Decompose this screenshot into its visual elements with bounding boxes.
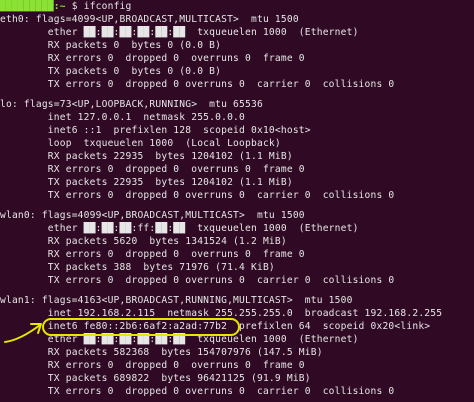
wlan0-tx-packets: TX packets 388 bytes 71976 (71.4 KiB): [0, 262, 275, 273]
wlan1-tx-errors: TX errors 0 dropped 0 overruns 0 carrier…: [0, 386, 395, 397]
inet6-highlight-ellipse: [42, 318, 240, 336]
eth0-ether: ether ██:██:██:██:██:██ txqueuelen 1000 …: [0, 27, 359, 38]
lo-loop: loop txqueuelen 1000 (Local Loopback): [0, 138, 281, 149]
prompt-user-host: █████████:~: [0, 1, 66, 12]
wlan0-header: wlan0: flags=4099<UP,BROADCAST,MULTICAST…: [0, 210, 305, 221]
wlan1-rx-errors: RX errors 0 dropped 0 overruns 0 frame 0: [0, 360, 305, 371]
eth0-header: eth0: flags=4099<UP,BROADCAST,MULTICAST>…: [0, 14, 299, 25]
lo-rx-packets: RX packets 22935 bytes 1204102 (1.1 MiB): [0, 151, 293, 162]
terminal-window[interactable]: █████████:~ $ ifconfig eth0: flags=4099<…: [0, 0, 474, 402]
wlan0-ether: ether ██:██:██:ff:██:██ txqueuelen 1000 …: [0, 223, 359, 234]
lo-inet6: inet6 ::1 prefixlen 128 scopeid 0x10<hos…: [0, 125, 311, 136]
wlan0-tx-errors: TX errors 0 dropped 0 overruns 0 carrier…: [0, 275, 395, 286]
wlan1-tx-packets: TX packets 689822 bytes 96421125 (91.9 M…: [0, 373, 311, 384]
prompt-command: ifconfig: [83, 1, 132, 12]
arrow-icon: [4, 323, 42, 343]
wlan1-header: wlan1: flags=4163<UP,BROADCAST,RUNNING,M…: [0, 295, 353, 306]
wlan0-rx-packets: RX packets 5620 bytes 1341524 (1.2 MiB): [0, 236, 287, 247]
lo-tx-errors: TX errors 0 dropped 0 overruns 0 carrier…: [0, 190, 395, 201]
lo-rx-errors: RX errors 0 dropped 0 overruns 0 frame 0: [0, 164, 305, 175]
wlan0-rx-errors: RX errors 0 dropped 0 overruns 0 frame 0: [0, 249, 305, 260]
eth0-tx-packets: TX packets 0 bytes 0 (0.0 B): [0, 66, 222, 77]
lo-header: lo: flags=73<UP,LOOPBACK,RUNNING> mtu 65…: [0, 99, 263, 110]
prompt-line: █████████:~ $ ifconfig: [0, 0, 132, 13]
eth0-rx-errors: RX errors 0 dropped 0 overruns 0 frame 0: [0, 53, 305, 64]
eth0-rx-packets: RX packets 0 bytes 0 (0.0 B): [0, 40, 222, 51]
prompt-dollar: $: [65, 1, 84, 12]
lo-tx-packets: TX packets 22935 bytes 1204102 (1.1 MiB): [0, 177, 293, 188]
lo-inet: inet 127.0.0.1 netmask 255.0.0.0: [0, 112, 246, 123]
eth0-tx-errors: TX errors 0 dropped 0 overruns 0 carrier…: [0, 79, 395, 90]
